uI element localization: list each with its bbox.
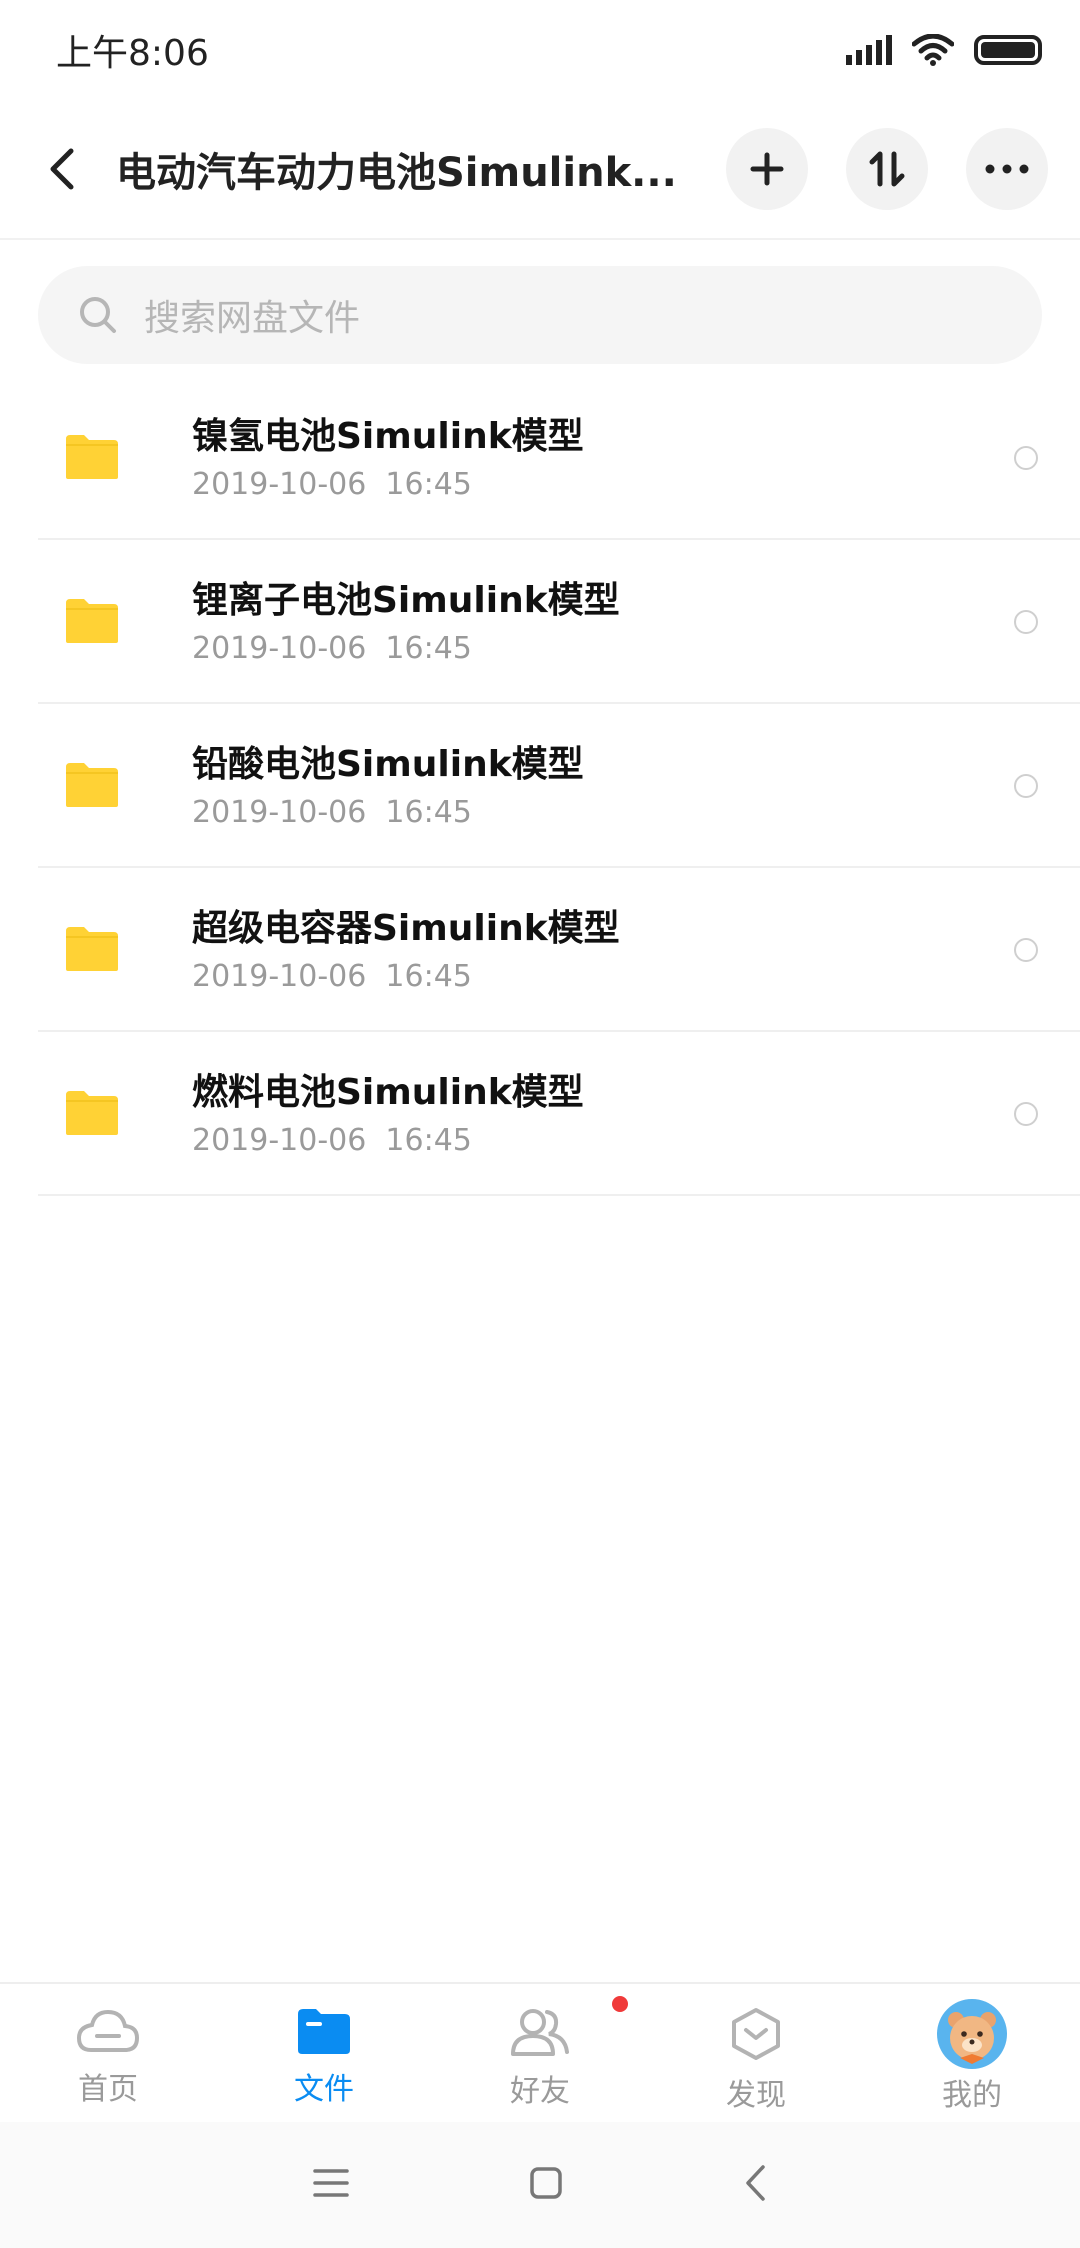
tab-label: 首页 bbox=[78, 2072, 138, 2107]
avatar-icon bbox=[937, 1999, 1007, 2069]
list-item[interactable]: 铅酸电池Simulink模型 2019-10-06 16:45 bbox=[38, 704, 1080, 868]
discover-icon bbox=[732, 2008, 780, 2060]
tab-me[interactable]: 我的 bbox=[864, 1984, 1080, 2122]
folder-icon bbox=[66, 763, 118, 807]
wifi-icon bbox=[912, 34, 954, 66]
folder-icon bbox=[66, 599, 118, 643]
tab-label: 好友 bbox=[510, 2074, 570, 2109]
status-icons bbox=[846, 34, 1042, 66]
list-item[interactable]: 锂离子电池Simulink模型 2019-10-06 16:45 bbox=[38, 540, 1080, 704]
add-button[interactable] bbox=[726, 128, 808, 210]
system-navigation-bar bbox=[0, 2122, 1080, 2248]
search-input[interactable]: 搜索网盘文件 bbox=[38, 266, 1042, 364]
folder-icon bbox=[66, 927, 118, 971]
more-button[interactable] bbox=[966, 128, 1048, 210]
back-nav-button[interactable] bbox=[743, 2164, 767, 2206]
more-horizontal-icon bbox=[985, 164, 1029, 174]
friends-icon bbox=[511, 2009, 569, 2056]
status-bar: 上午8:06 bbox=[0, 0, 1080, 100]
select-checkbox[interactable] bbox=[1014, 610, 1038, 634]
file-name: 镍氢电池Simulink模型 bbox=[192, 415, 584, 457]
list-item[interactable]: 超级电容器Simulink模型 2019-10-06 16:45 bbox=[38, 868, 1080, 1032]
folder-icon bbox=[66, 435, 118, 479]
file-date: 2019-10-06 16:45 bbox=[192, 630, 472, 666]
header: 电动汽车动力电池Simulink... bbox=[0, 100, 1080, 240]
tab-friends[interactable]: 好友 bbox=[432, 1984, 648, 2122]
back-button[interactable] bbox=[32, 129, 92, 209]
plus-icon bbox=[750, 152, 784, 186]
header-actions bbox=[726, 128, 1048, 210]
file-folder-icon bbox=[298, 2009, 350, 2054]
chevron-left-icon bbox=[50, 148, 74, 190]
file-list: 镍氢电池Simulink模型 2019-10-06 16:45 锂离子电池Sim… bbox=[0, 376, 1080, 1196]
square-home-icon bbox=[530, 2167, 562, 2199]
tab-label: 文件 bbox=[294, 2072, 354, 2107]
tab-discover[interactable]: 发现 bbox=[648, 1984, 864, 2122]
file-date: 2019-10-06 16:45 bbox=[192, 1122, 472, 1158]
signal-icon bbox=[846, 35, 892, 65]
search-icon bbox=[80, 297, 116, 333]
file-date: 2019-10-06 16:45 bbox=[192, 466, 472, 502]
select-checkbox[interactable] bbox=[1014, 774, 1038, 798]
menu-nav-button[interactable] bbox=[313, 2167, 349, 2203]
menu-icon bbox=[313, 2169, 349, 2197]
cloud-icon bbox=[76, 2009, 140, 2052]
list-item[interactable]: 燃料电池Simulink模型 2019-10-06 16:45 bbox=[38, 1032, 1080, 1196]
tab-home[interactable]: 首页 bbox=[0, 1984, 216, 2122]
bottom-tab-bar: 首页 文件 好友 发现 我的 bbox=[0, 1982, 1080, 2122]
sort-button[interactable] bbox=[846, 128, 928, 210]
tab-label: 我的 bbox=[942, 2078, 1002, 2113]
home-nav-button[interactable] bbox=[529, 2166, 563, 2204]
select-checkbox[interactable] bbox=[1014, 1102, 1038, 1126]
tab-label: 发现 bbox=[726, 2078, 786, 2113]
page-title: 电动汽车动力电池Simulink... bbox=[116, 150, 677, 196]
file-name: 燃料电池Simulink模型 bbox=[192, 1071, 584, 1113]
file-date: 2019-10-06 16:45 bbox=[192, 794, 472, 830]
file-name: 锂离子电池Simulink模型 bbox=[192, 579, 620, 621]
sort-icon bbox=[869, 151, 905, 187]
folder-icon bbox=[66, 1091, 118, 1135]
search-placeholder: 搜索网盘文件 bbox=[144, 298, 361, 339]
notification-badge bbox=[612, 1996, 628, 2012]
tab-files[interactable]: 文件 bbox=[216, 1984, 432, 2122]
select-checkbox[interactable] bbox=[1014, 938, 1038, 962]
select-checkbox[interactable] bbox=[1014, 446, 1038, 470]
file-name: 超级电容器Simulink模型 bbox=[192, 907, 620, 949]
file-date: 2019-10-06 16:45 bbox=[192, 958, 472, 994]
chevron-left-icon bbox=[746, 2165, 765, 2201]
file-name: 铅酸电池Simulink模型 bbox=[192, 743, 584, 785]
status-time: 上午8:06 bbox=[56, 33, 209, 74]
battery-icon bbox=[974, 35, 1042, 65]
list-item[interactable]: 镍氢电池Simulink模型 2019-10-06 16:45 bbox=[38, 376, 1080, 540]
